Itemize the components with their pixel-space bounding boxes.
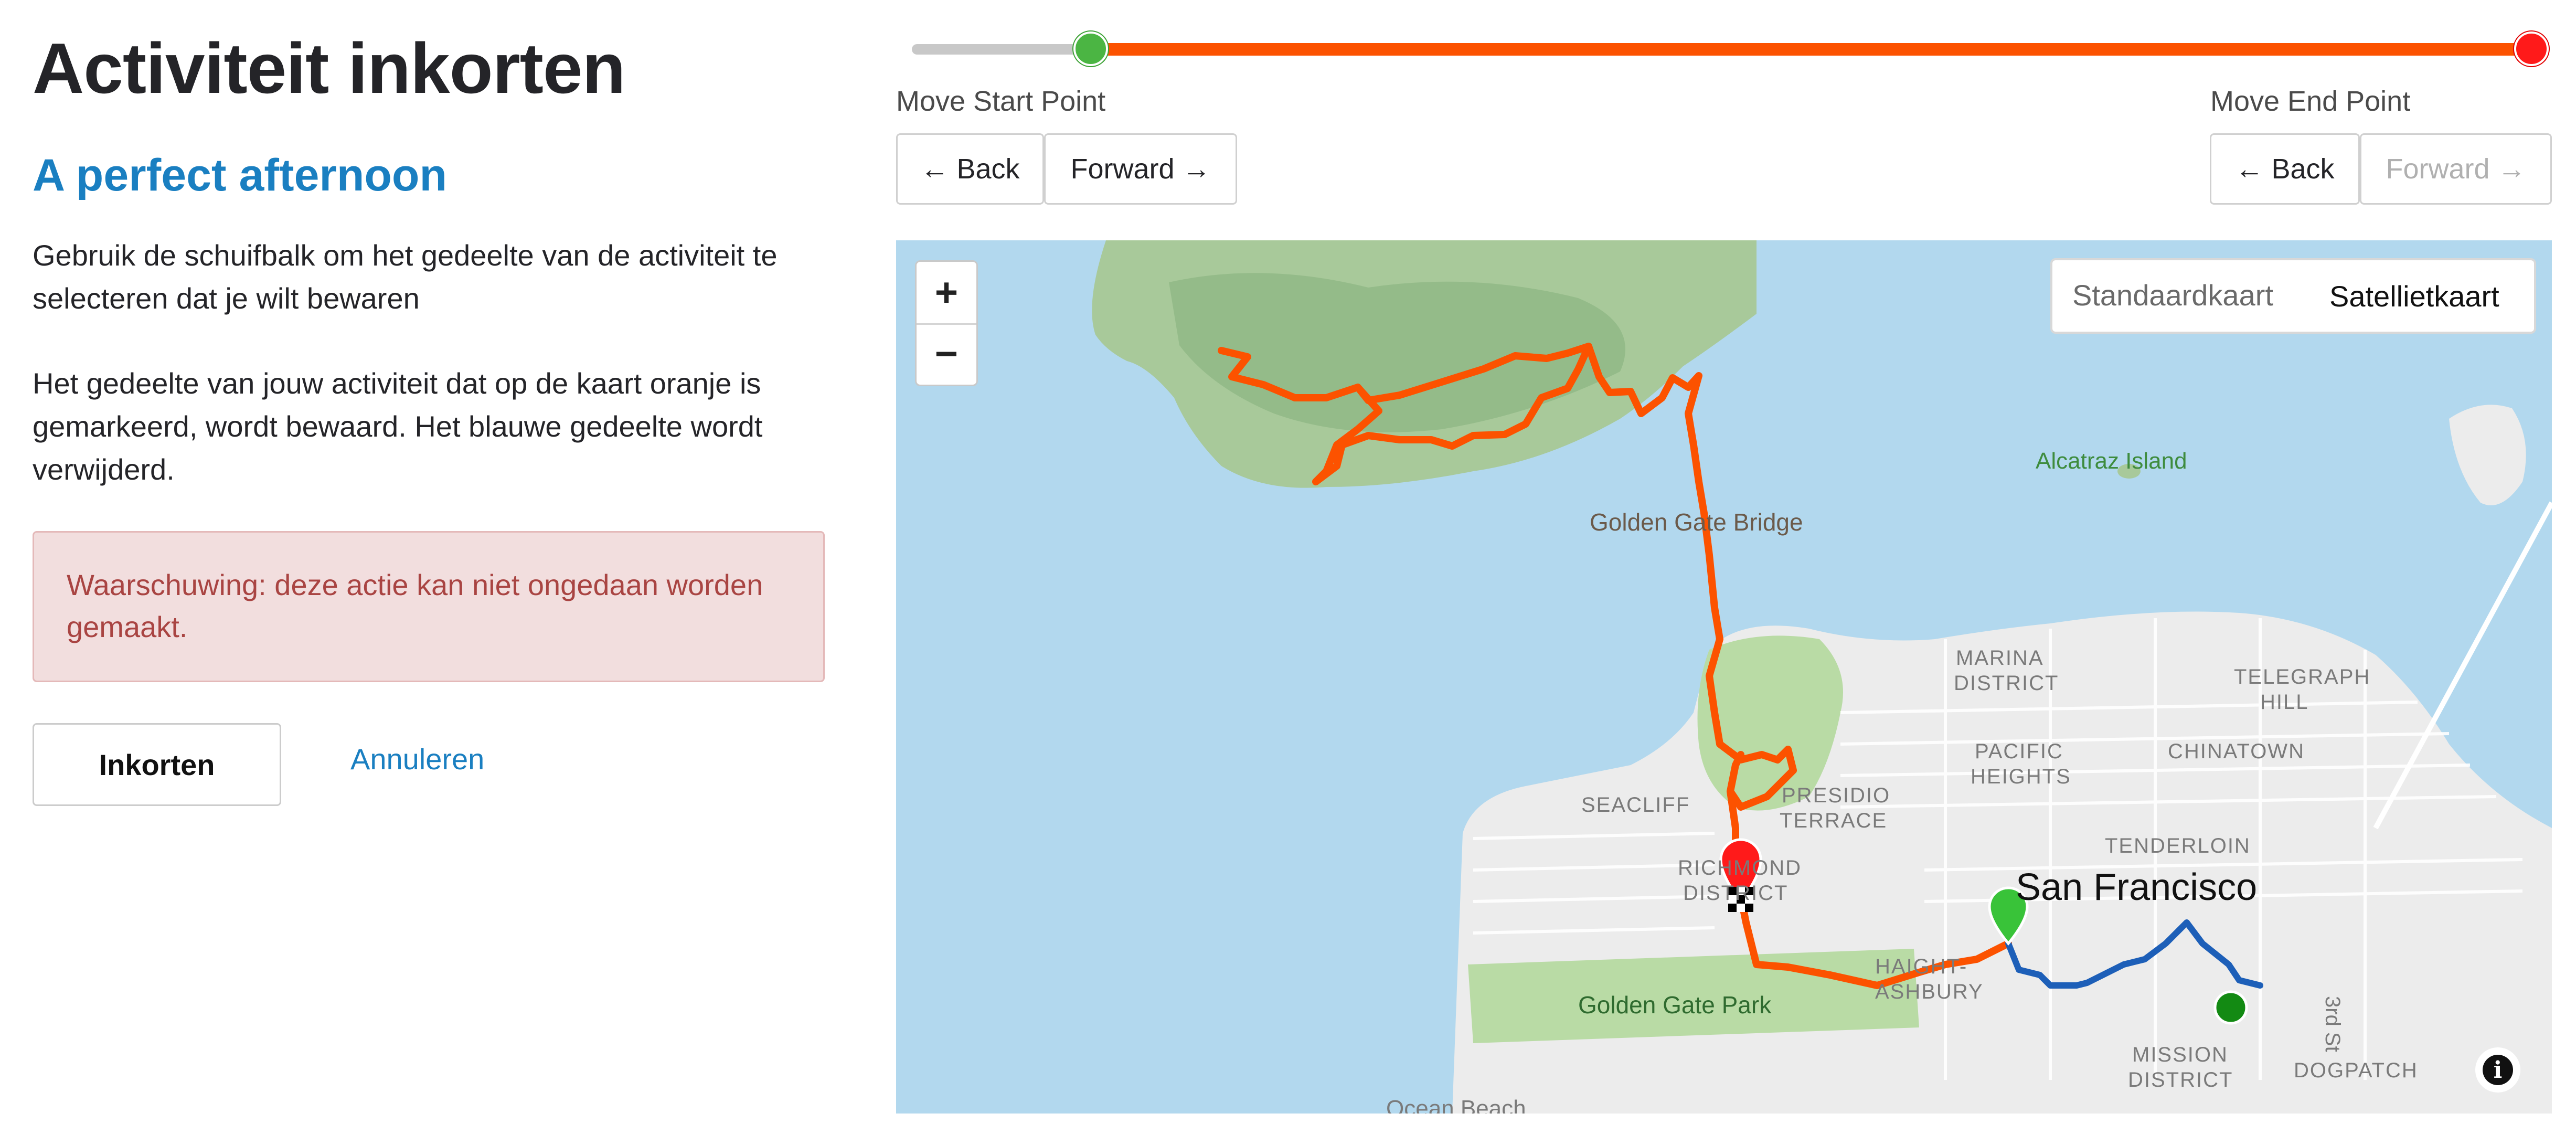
kept-removed-note: Het gedeelte van jouw activiteit dat op … bbox=[33, 367, 763, 486]
label-dogpatch: DOGPATCH bbox=[2294, 1059, 2418, 1082]
label-golden-gate-bridge: Golden Gate Bridge bbox=[1590, 508, 1803, 536]
label-chinatown: CHINATOWN bbox=[2168, 740, 2305, 763]
route-map[interactable]: Golden Gate Bridge Alcatraz Island MARIN… bbox=[896, 240, 2552, 1114]
label-telegraph-1: TELEGRAPH bbox=[2234, 665, 2371, 688]
instructions-text: Gebruik de schuifbalk om het gedeelte va… bbox=[33, 239, 778, 315]
label-telegraph-2: HILL bbox=[2260, 691, 2309, 714]
start-back-button[interactable]: ← Back bbox=[896, 133, 1044, 205]
end-forward-button[interactable]: Forward → bbox=[2360, 133, 2552, 205]
end-back-button[interactable]: ← Back bbox=[2210, 133, 2360, 205]
original-start-dot bbox=[2213, 990, 2248, 1025]
label-haight-1: HAIGHT- bbox=[1875, 955, 1968, 978]
move-end-label: Move End Point bbox=[2210, 86, 2411, 117]
label-richmond-2: DISTRICT bbox=[1683, 882, 1789, 905]
east-bay-land bbox=[2449, 405, 2526, 505]
map-info-button[interactable]: i bbox=[2475, 1047, 2520, 1093]
label-pacific-2: HEIGHTS bbox=[1971, 765, 2071, 788]
zoom-out-button[interactable]: − bbox=[917, 323, 976, 385]
move-start-label: Move Start Point bbox=[896, 86, 1106, 117]
label-marina-1: MARINA bbox=[1956, 646, 2044, 670]
label-san-francisco: San Francisco bbox=[2016, 866, 2258, 908]
map-type-standard[interactable]: Standaardkaart bbox=[2072, 278, 2273, 312]
label-tenderloin: TENDERLOIN bbox=[2105, 834, 2251, 857]
label-third-st: 3rd St bbox=[2321, 996, 2344, 1052]
label-presidio-2: TERRACE bbox=[1780, 809, 1888, 832]
label-ocean-beach: Ocean Beach bbox=[1386, 1096, 1526, 1114]
map-type-satellite[interactable]: Satellietkaart bbox=[2329, 279, 2499, 313]
label-mission-1: MISSION bbox=[2132, 1043, 2228, 1066]
start-forward-button[interactable]: Forward → bbox=[1044, 133, 1237, 205]
label-richmond-1: RICHMOND bbox=[1678, 856, 1802, 879]
label-presidio-1: PRESIDIO bbox=[1782, 784, 1891, 807]
warning-alert: Waarschuwing: deze actie kan niet ongeda… bbox=[33, 531, 825, 682]
label-golden-gate-park: Golden Gate Park bbox=[1578, 991, 1772, 1019]
start-point-handle[interactable] bbox=[1073, 31, 1108, 66]
label-haight-2: ASHBURY bbox=[1875, 980, 1984, 1003]
crop-button[interactable]: Inkorten bbox=[33, 723, 281, 806]
zoom-controls: + − bbox=[915, 260, 978, 386]
warning-text: Waarschuwing: deze actie kan niet ongeda… bbox=[67, 568, 763, 643]
label-seacliff: SEACLIFF bbox=[1581, 793, 1690, 817]
activity-name: A perfect afternoon bbox=[33, 150, 447, 200]
end-point-handle[interactable] bbox=[2514, 31, 2549, 66]
zoom-in-button[interactable]: + bbox=[917, 262, 976, 325]
label-alcatraz: Alcatraz Island bbox=[2036, 448, 2187, 474]
label-pacific-1: PACIFIC bbox=[1975, 740, 2063, 763]
page-title: Activiteit inkorten bbox=[33, 28, 626, 108]
cancel-link[interactable]: Annuleren bbox=[350, 742, 484, 776]
info-icon: i bbox=[2483, 1055, 2513, 1085]
label-marina-2: DISTRICT bbox=[1954, 672, 2059, 695]
map-type-toggle: Standaardkaart Satellietkaart bbox=[2050, 258, 2536, 334]
slider-track-kept[interactable] bbox=[1090, 43, 2533, 56]
label-mission-2: DISTRICT bbox=[2128, 1068, 2233, 1091]
slider-track-removed[interactable] bbox=[912, 44, 1090, 55]
